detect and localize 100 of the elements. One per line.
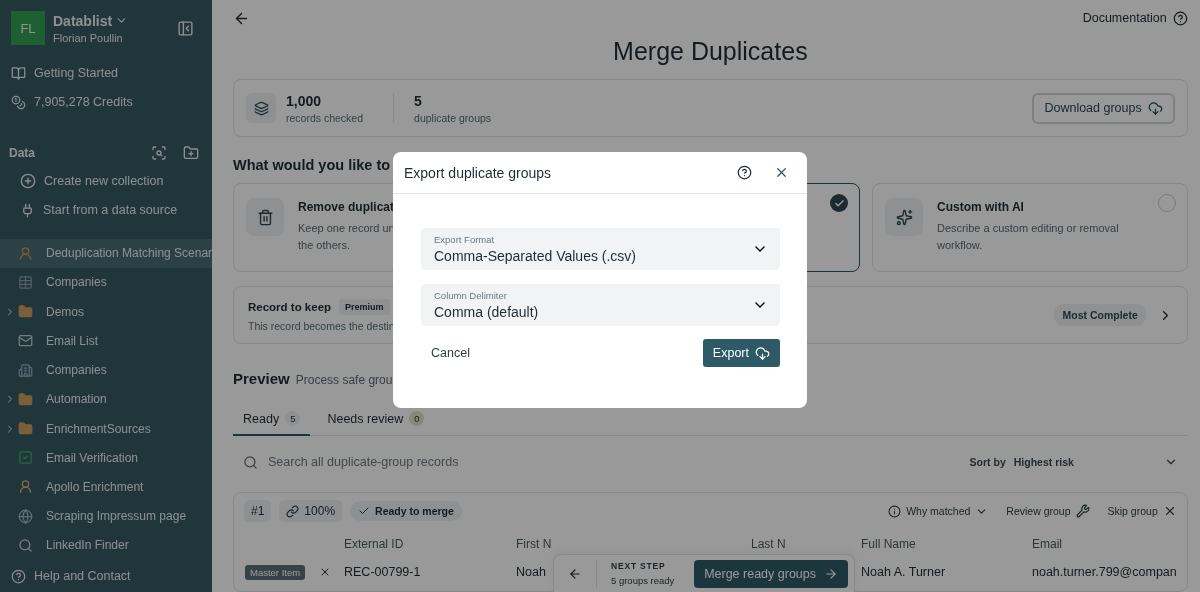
section-heading: What would you like to [233,157,391,173]
sidebar-item[interactable]: Apollo Enrichment [0,472,212,502]
collection-icon [18,274,33,290]
merge-ready-groups-button[interactable]: Merge ready groups [694,559,848,588]
next-step-label: NEXT STEP [611,561,667,571]
wrench-icon [1075,504,1090,518]
option-title: Remove duplicat [298,200,395,214]
sidebar-link[interactable]: Getting Started [0,58,212,88]
layers-icon [246,93,276,123]
info-icon [888,504,902,518]
section-heading: Preview [233,370,290,387]
column-header: Email [1032,537,1063,553]
book-icon [11,65,26,81]
collection-icon [18,333,33,349]
premium-badge: Premium [339,298,390,315]
plug-icon [20,202,35,218]
option-title: Custom with AI [937,200,1025,214]
sidebar-item[interactable]: Scraping Impressum page [0,501,212,531]
sidebar-action[interactable]: Start from a data source [0,195,212,225]
table-cell-text: Noah [516,564,546,581]
stat-label: duplicate groups [414,111,492,124]
column-header: First N [516,537,553,553]
check-icon[interactable] [830,194,848,212]
count-badge: 0 [409,411,425,426]
group-action[interactable]: Why matched [888,504,989,518]
sidebar-item[interactable]: LinkedIn Finder [0,530,212,561]
check-icon [358,505,371,517]
sidebar-action[interactable]: Create new collection [0,166,212,196]
sidebar-item[interactable]: Automation [0,384,212,414]
sidebar-item[interactable]: Email List [0,326,212,356]
card-title: Record to keep [248,300,332,313]
search-icon [243,454,258,470]
section-subtitle: Process safe grou [295,373,393,387]
export-button[interactable]: Export [702,339,780,367]
coins-icon [11,94,26,110]
sidebar-item[interactable]: Email Verification [0,443,212,473]
tab[interactable]: Ready 5 [233,403,311,436]
sidebar-item[interactable]: EnrichmentSources [0,413,212,444]
column-header: Full Name [861,537,917,553]
download-groups-button[interactable]: Download groups [1032,92,1175,124]
dialog-title: Export duplicate groups [404,164,553,181]
trash-icon [256,208,274,226]
sidebar-item[interactable]: Deduplication Matching Scenar [0,238,212,268]
column-header: External ID [344,537,405,553]
documentation-link[interactable]: Documentation [1082,10,1188,26]
match-score: 100% [279,500,343,522]
sidebar-item[interactable]: Companies [0,355,212,385]
collection-icon [18,245,33,261]
group-action[interactable]: Review group [1006,504,1090,518]
stat-value: 1,000 [286,92,323,109]
help-link[interactable]: Help and Contact [0,560,212,592]
link-icon [286,504,300,518]
count-badge: 5 [285,411,301,426]
close-icon[interactable] [774,165,789,180]
section-title: Data [9,145,36,160]
search-field[interactable]: Search all duplicate-group records [266,454,962,470]
arrow-right-icon [824,566,838,581]
table-cell-text: noah.turner.799@compan [1032,564,1177,581]
workspace-avatar[interactable]: FL [11,11,45,45]
sidebar-item[interactable]: Companies [0,267,212,298]
sidebar-link[interactable]: 7,905,278 Credits [0,87,212,117]
cloud-download-icon [755,345,770,361]
search-list-icon[interactable] [151,144,167,161]
help-icon [1172,10,1188,26]
column-header: Last N [751,537,787,553]
option-card[interactable]: Custom with AI Describe a custom editing or removal workflow. [872,183,1188,272]
help-icon[interactable] [737,165,752,180]
collection-icon [18,450,33,466]
next-step-status: 5 groups ready [611,575,675,586]
back-icon[interactable] [568,566,582,581]
sidebar-item[interactable]: Demos [0,297,212,327]
workspace-name[interactable]: Datablist [53,12,169,29]
help-icon [11,568,26,584]
rule-chip: Most Complete [1054,304,1146,326]
table-cell-text: REC-00799-1 [344,564,421,581]
group-action[interactable]: Skip group [1107,504,1177,518]
collection-icon [18,421,33,437]
collection-icon [18,362,33,378]
collection-icon [18,304,33,320]
user-name: Florian Poullin [53,31,124,44]
option-description: Describe a custom editing or removal workflow. [937,221,1119,253]
plus-circle-icon [20,173,36,190]
sort-label: Sort by [969,456,1006,468]
sort-select[interactable]: Highest risk [1013,455,1178,469]
select-field[interactable]: Column Delimiter Comma (default) [421,284,780,326]
collection-icon [18,537,33,553]
folder-plus-icon[interactable] [183,144,199,161]
master-item-badge: Master Item [245,564,306,580]
collection-icon [18,479,33,495]
cloud-download-icon [1147,100,1163,116]
sparkles-icon [895,208,913,226]
group-number: #1 [244,500,272,522]
status-chip: Ready to merge [350,501,462,521]
stat-label: records checked [286,111,364,124]
collection-icon [18,508,33,524]
collapse-sidebar-icon[interactable] [177,19,194,37]
select-field[interactable]: Export Format Comma-Separated Values (.csv) [421,228,780,270]
stat-value: 5 [414,92,423,109]
table-cell-text: Noah A. Turner [861,564,946,581]
page-title: Merge Duplicates [612,37,809,66]
